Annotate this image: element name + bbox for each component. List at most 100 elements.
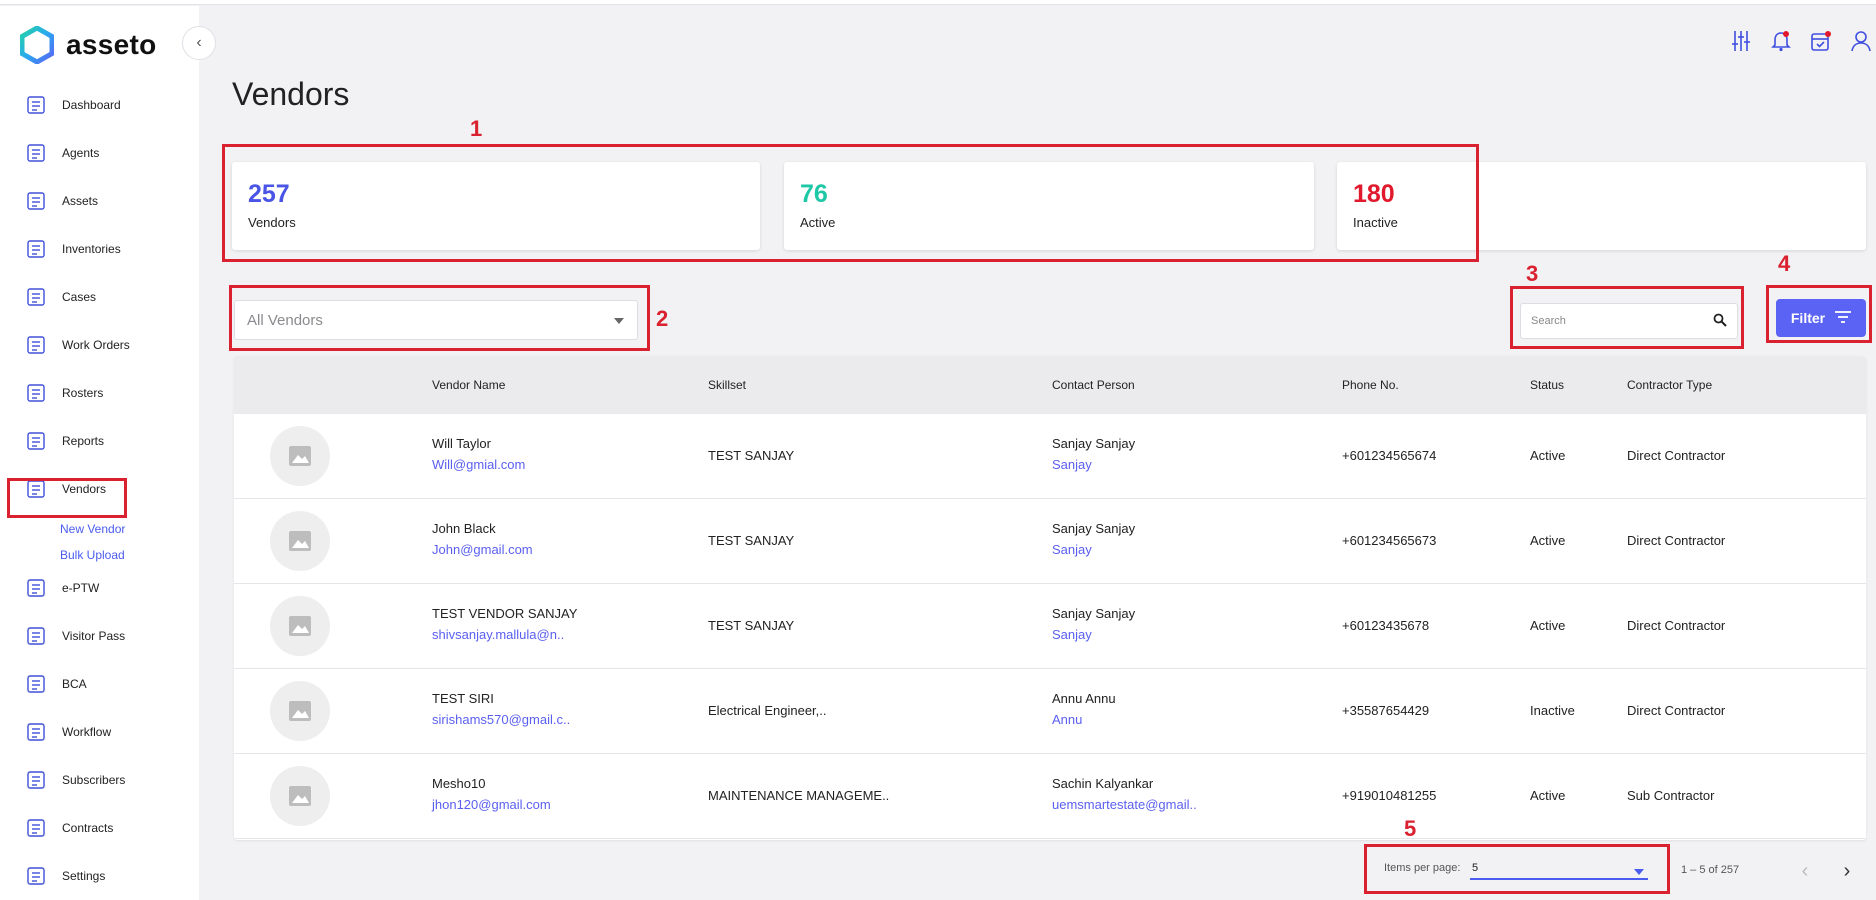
- contact-name: Annu Annu: [1052, 691, 1116, 706]
- column-header[interactable]: Phone No.: [1342, 378, 1399, 392]
- sidebar-item-label: Work Orders: [62, 338, 130, 352]
- sidebar-item-label: Rosters: [62, 386, 104, 400]
- contact-link[interactable]: Sanjay: [1052, 457, 1135, 472]
- sidebar-item-contracts[interactable]: Contracts: [24, 813, 113, 843]
- sidebar-item-label: Contracts: [62, 821, 114, 835]
- sidebar-subitem-bulk-upload[interactable]: Bulk Upload: [60, 548, 125, 562]
- chevron-right-icon: ›: [1843, 859, 1851, 882]
- agents-icon: [24, 141, 48, 165]
- asseto-logo-icon: [20, 26, 54, 64]
- notification-bell-icon[interactable]: [1770, 28, 1792, 54]
- vendor-name: Mesho10: [432, 776, 486, 791]
- vendor-image-placeholder-icon: [270, 766, 330, 826]
- sidebar-item-label: Workflow: [62, 725, 112, 739]
- contact-link[interactable]: Sanjay: [1052, 627, 1135, 642]
- logo[interactable]: asseto: [20, 26, 157, 64]
- contractor-type-cell: Direct Contractor: [1627, 448, 1726, 463]
- collapse-sidebar-button[interactable]: ‹: [182, 26, 216, 60]
- skillset-cell: TEST SANJAY: [708, 533, 795, 548]
- sliders-icon[interactable]: [1730, 28, 1752, 54]
- vendor-name-cell: TEST VENDOR SANJAY shivsanjay.mallula@n..: [432, 606, 577, 642]
- sidebar-item-e-ptw[interactable]: e-PTW: [24, 573, 99, 603]
- sidebar-item-reports[interactable]: Reports: [24, 426, 104, 456]
- vendor-image-placeholder-icon: [270, 681, 330, 741]
- vendors-table: Vendor Name Skillset Contact Person Phon…: [234, 356, 1866, 840]
- sidebar-item-settings[interactable]: Settings: [24, 861, 105, 891]
- vendor-image-placeholder-icon: [270, 426, 330, 486]
- sidebar-item-label: Dashboard: [62, 98, 121, 112]
- sidebar-item-label: Agents: [62, 146, 100, 160]
- skillset-cell: TEST SANJAY: [708, 448, 795, 463]
- visitor-pass-icon: [24, 624, 48, 648]
- column-header[interactable]: Contractor Type: [1627, 378, 1712, 392]
- dashboard-icon: [24, 93, 48, 117]
- annotation-label-2: 2: [656, 306, 669, 331]
- annotation-label-3: 3: [1526, 261, 1539, 286]
- column-header[interactable]: Status: [1530, 378, 1564, 392]
- header-actions: [1730, 28, 1872, 54]
- sidebar-item-label: Settings: [62, 869, 106, 883]
- contact-name: Sanjay Sanjay: [1052, 606, 1136, 621]
- sidebar-item-subscribers[interactable]: Subscribers: [24, 765, 125, 795]
- vendor-name: Will Taylor: [432, 436, 491, 451]
- sidebar-item-label: Inventories: [62, 242, 121, 256]
- sidebar-item-workflow[interactable]: Workflow: [24, 717, 111, 747]
- sidebar-item-label: BCA: [62, 677, 87, 691]
- table-header: Vendor Name Skillset Contact Person Phon…: [234, 356, 1866, 414]
- sidebar-item-agents[interactable]: Agents: [24, 138, 99, 168]
- sidebar-item-bca[interactable]: BCA: [24, 669, 87, 699]
- table-row[interactable]: Will Taylor Will@gmial.com TEST SANJAY Sanj…: [234, 414, 1866, 499]
- sidebar-item-assets[interactable]: Assets: [24, 186, 98, 216]
- reports-icon: [24, 429, 48, 453]
- page-title: Vendors: [232, 76, 350, 112]
- contracts-icon: [24, 816, 48, 840]
- sidebar-subitem-new-vendor[interactable]: New Vendor: [60, 522, 125, 536]
- phone-cell: +601234565673: [1342, 533, 1437, 548]
- vendor-name: TEST SIRI: [432, 691, 494, 706]
- table-row[interactable]: John Black John@gmail.com TEST SANJAY Sanja…: [234, 499, 1866, 584]
- sidebar-item-work-orders[interactable]: Work Orders: [24, 330, 130, 360]
- chevron-left-icon: ‹: [196, 34, 202, 51]
- table-row[interactable]: Mesho10 jhon120@gmail.com MAINTENANCE MANA…: [234, 754, 1866, 839]
- calendar-check-icon[interactable]: [1810, 28, 1832, 54]
- sidebar-item-inventories[interactable]: Inventories: [24, 234, 121, 264]
- annotation-box-2: [229, 285, 650, 351]
- sidebar-item-label: Cases: [62, 290, 97, 304]
- vendor-email-link[interactable]: jhon120@gmail.com: [432, 797, 551, 812]
- contact-link[interactable]: uemsmartestate@gmail..: [1052, 797, 1197, 812]
- sidebar-item-rosters[interactable]: Rosters: [24, 378, 103, 408]
- workflow-icon: [24, 720, 48, 744]
- contractor-type-cell: Direct Contractor: [1627, 618, 1726, 633]
- settings-icon: [24, 864, 48, 888]
- previous-page-button[interactable]: ‹: [1790, 856, 1820, 886]
- sidebar-item-label: Visitor Pass: [62, 629, 126, 643]
- inventories-icon: [24, 237, 48, 261]
- vendor-email-link[interactable]: Will@gmial.com: [432, 457, 525, 472]
- annotation-box-4: [1766, 285, 1872, 343]
- table-row[interactable]: TEST VENDOR SANJAY shivsanjay.mallula@n..…: [234, 584, 1866, 669]
- vendor-email-link[interactable]: sirishams570@gmail.c..: [432, 712, 570, 727]
- vendor-name-cell: TEST SIRI sirishams570@gmail.c..: [432, 691, 570, 727]
- contact-link[interactable]: Sanjay: [1052, 542, 1135, 557]
- vendor-email-link[interactable]: John@gmail.com: [432, 542, 533, 557]
- eptw-icon: [24, 576, 48, 600]
- annotation-box-3: [1510, 286, 1744, 349]
- column-header[interactable]: Skillset: [708, 378, 746, 392]
- sidebar-item-cases[interactable]: Cases: [24, 282, 96, 312]
- assets-icon: [24, 189, 48, 213]
- column-header[interactable]: Contact Person: [1052, 378, 1135, 392]
- status-cell: Active: [1530, 448, 1566, 463]
- column-header[interactable]: Vendor Name: [432, 378, 505, 392]
- sidebar-item-visitor-pass[interactable]: Visitor Pass: [24, 621, 125, 651]
- vendor-email-link[interactable]: shivsanjay.mallula@n..: [432, 627, 577, 642]
- contractor-type-cell: Sub Contractor: [1627, 788, 1715, 803]
- bca-icon: [24, 672, 48, 696]
- table-row[interactable]: TEST SIRI sirishams570@gmail.c.. Electrica…: [234, 669, 1866, 754]
- next-page-button[interactable]: ›: [1832, 856, 1862, 886]
- contact-link[interactable]: Annu: [1052, 712, 1116, 727]
- page-range: 1 – 5 of 257: [1681, 864, 1740, 876]
- sidebar-item-dashboard[interactable]: Dashboard: [24, 90, 121, 120]
- user-profile-icon[interactable]: [1850, 28, 1872, 54]
- annotation-box-1: [222, 144, 1479, 262]
- annotation-box-vendors-nav: [7, 478, 127, 518]
